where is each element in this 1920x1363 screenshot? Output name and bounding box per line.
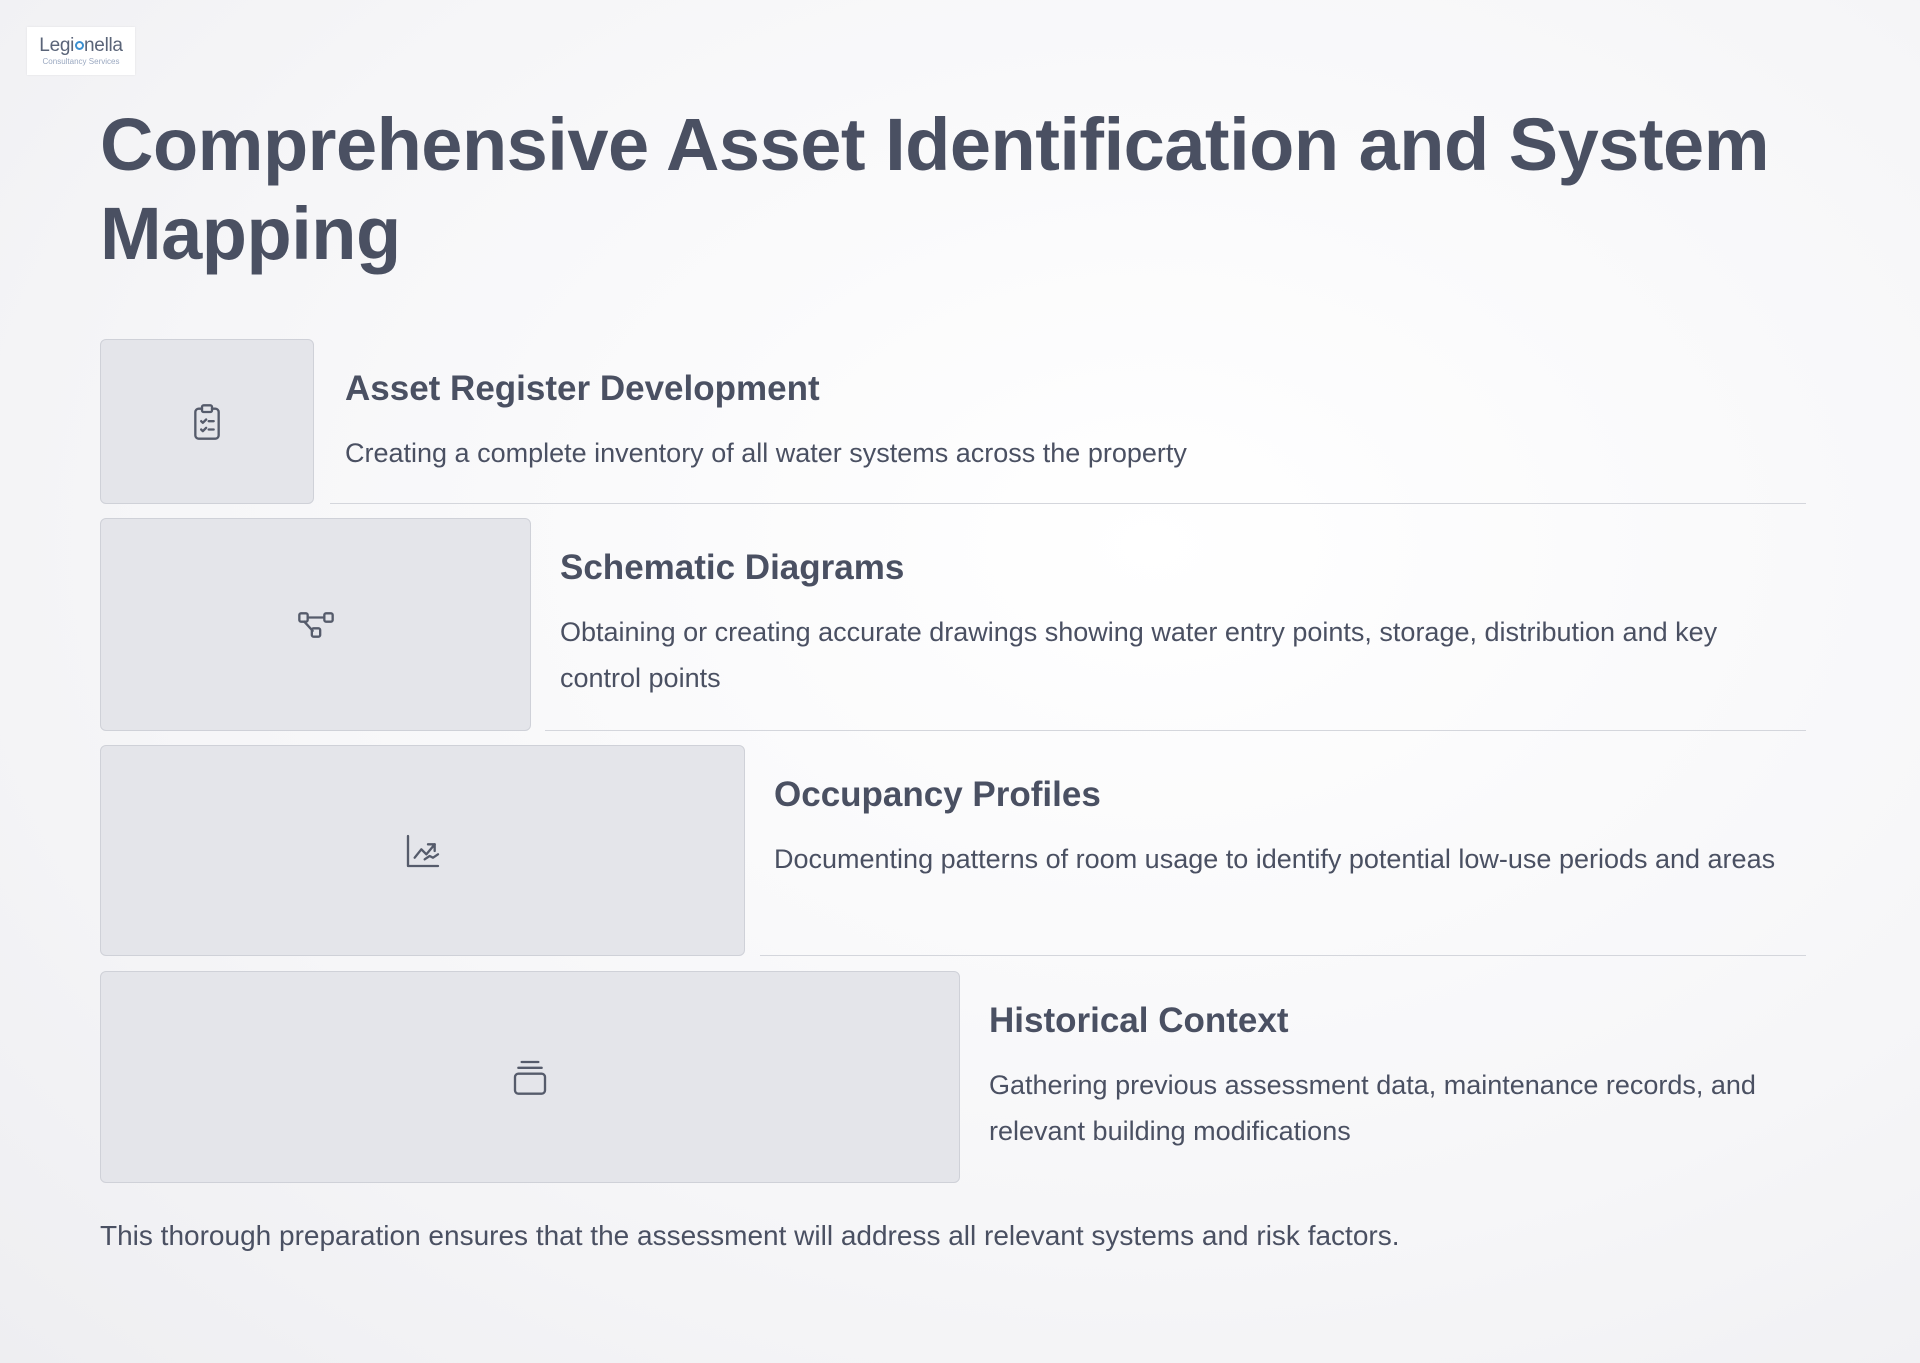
stacked-folders-icon (513, 1060, 547, 1095)
feature-row-asset-register: Asset Register Development Creating a co… (100, 339, 1806, 505)
summary-text: This thorough preparation ensures that t… (100, 1220, 1400, 1251)
feature-row-occupancy-profiles: Occupancy Profiles Documenting patterns … (100, 745, 1806, 957)
page-title: Comprehensive Asset Identification and S… (100, 103, 1770, 275)
network-nodes-icon (297, 611, 334, 638)
row-divider (760, 955, 1806, 956)
feature-description: Documenting patterns of room usage to id… (774, 844, 1776, 874)
feature-icon-card (100, 339, 314, 504)
feature-description: Obtaining or creating accurate drawings … (560, 617, 1718, 693)
row-divider (330, 503, 1806, 504)
feature-title: Asset Register Development (345, 369, 820, 408)
feature-icon-card (100, 745, 745, 956)
feature-icon-card (100, 518, 531, 731)
feature-title: Schematic Diagrams (560, 548, 905, 587)
feature-description: Creating a complete inventory of all wat… (345, 438, 1187, 468)
feature-icon-card (100, 971, 960, 1183)
feature-row-historical-context: Historical Context Gathering previous as… (100, 971, 1806, 1183)
logo-dot-icon (74, 41, 84, 50)
logo-tagline: Consultancy Services (42, 57, 120, 66)
feature-row-schematic-diagrams: Schematic Diagrams Obtaining or creating… (100, 518, 1806, 732)
logo-wordmark: Legi nella (39, 35, 123, 56)
clipboard-check-icon (194, 403, 220, 440)
feature-title: Occupancy Profiles (774, 775, 1101, 814)
feature-description: Gathering previous assessment data, main… (989, 1070, 1756, 1146)
company-logo: Legi nella Consultancy Services (27, 27, 135, 75)
feature-title: Historical Context (989, 1001, 1289, 1040)
row-divider (545, 730, 1806, 731)
trend-chart-icon (406, 834, 439, 867)
